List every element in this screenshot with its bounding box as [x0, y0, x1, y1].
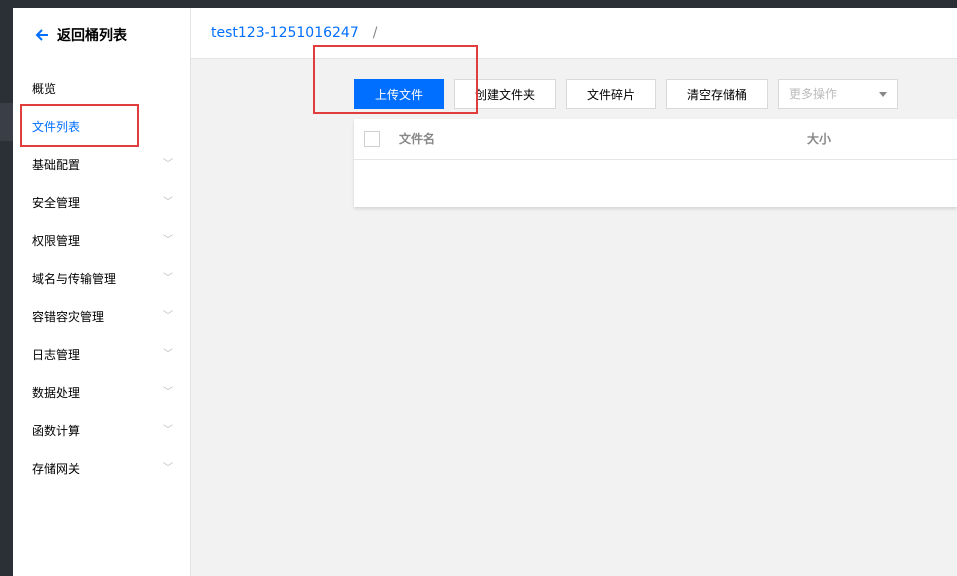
- file-table: 文件名 大小: [354, 119, 957, 207]
- header-bar: test123-1251016247 /: [191, 8, 957, 59]
- sidebar-item[interactable]: 日志管理 ﹀: [13, 336, 190, 374]
- sidebar-item-label: 基础配置: [32, 158, 81, 172]
- sidebar-item-label: 概览: [32, 82, 57, 96]
- sidebar-item[interactable]: 权限管理 ﹀: [13, 222, 190, 260]
- caret-down-icon: [879, 92, 887, 97]
- top-frame-bar: [0, 0, 957, 8]
- table-header: 文件名 大小: [354, 119, 957, 160]
- chevron-down-icon: ﹀: [163, 463, 173, 474]
- sidebar-item[interactable]: 概览: [13, 70, 190, 108]
- sidebar-item[interactable]: 存储网关 ﹀: [13, 450, 190, 488]
- chevron-down-icon: ﹀: [163, 235, 173, 246]
- back-to-bucket-list-button[interactable]: 返回桶列表: [35, 24, 127, 46]
- column-header-filename[interactable]: 文件名: [399, 119, 435, 159]
- empty-bucket-button[interactable]: 清空存储桶: [666, 79, 768, 109]
- chevron-down-icon: ﹀: [163, 349, 173, 360]
- sidebar-item-label: 域名与传输管理: [32, 272, 117, 286]
- left-frame-strip: [0, 8, 13, 576]
- sidebar-item-label: 容错容灾管理: [32, 310, 105, 324]
- more-actions-dropdown[interactable]: 更多操作: [778, 79, 898, 109]
- chevron-down-icon: ﹀: [163, 159, 173, 170]
- select-all-checkbox[interactable]: [364, 131, 380, 147]
- sidebar-item-label: 数据处理: [32, 386, 81, 400]
- chevron-down-icon: ﹀: [163, 273, 173, 284]
- sidebar-item-label: 存储网关: [32, 462, 81, 476]
- more-actions-label: 更多操作: [789, 87, 838, 101]
- sidebar-item[interactable]: 容错容灾管理 ﹀: [13, 298, 190, 336]
- sidebar-item[interactable]: 函数计算 ﹀: [13, 412, 190, 450]
- sidebar-item-label: 安全管理: [32, 196, 81, 210]
- sidebar-item-label: 日志管理: [32, 348, 81, 362]
- highlight-box-upload: [313, 45, 478, 114]
- sidebar-item-label: 权限管理: [32, 234, 81, 248]
- back-label: 返回桶列表: [57, 28, 127, 44]
- column-header-size[interactable]: 大小: [807, 119, 831, 159]
- highlight-box-file-list: [20, 104, 139, 147]
- sidebar-item[interactable]: 基础配置 ﹀: [13, 146, 190, 184]
- chevron-down-icon: ﹀: [163, 197, 173, 208]
- file-fragments-button[interactable]: 文件碎片: [566, 79, 656, 109]
- arrow-left-icon: [35, 29, 48, 41]
- left-strip-active-mark: [0, 103, 13, 141]
- chevron-down-icon: ﹀: [163, 387, 173, 398]
- sidebar-item-label: 函数计算: [32, 424, 81, 438]
- chevron-down-icon: ﹀: [163, 311, 173, 322]
- sidebar-item[interactable]: 域名与传输管理 ﹀: [13, 260, 190, 298]
- sidebar-item[interactable]: 数据处理 ﹀: [13, 374, 190, 412]
- sidebar: 返回桶列表 概览 文件列表 基础配置 ﹀ 安全管理 ﹀ 权限管理 ﹀ 域名与传输管理 ﹀ 容错容灾管…: [13, 8, 191, 576]
- sidebar-item[interactable]: 安全管理 ﹀: [13, 184, 190, 222]
- chevron-down-icon: ﹀: [163, 425, 173, 436]
